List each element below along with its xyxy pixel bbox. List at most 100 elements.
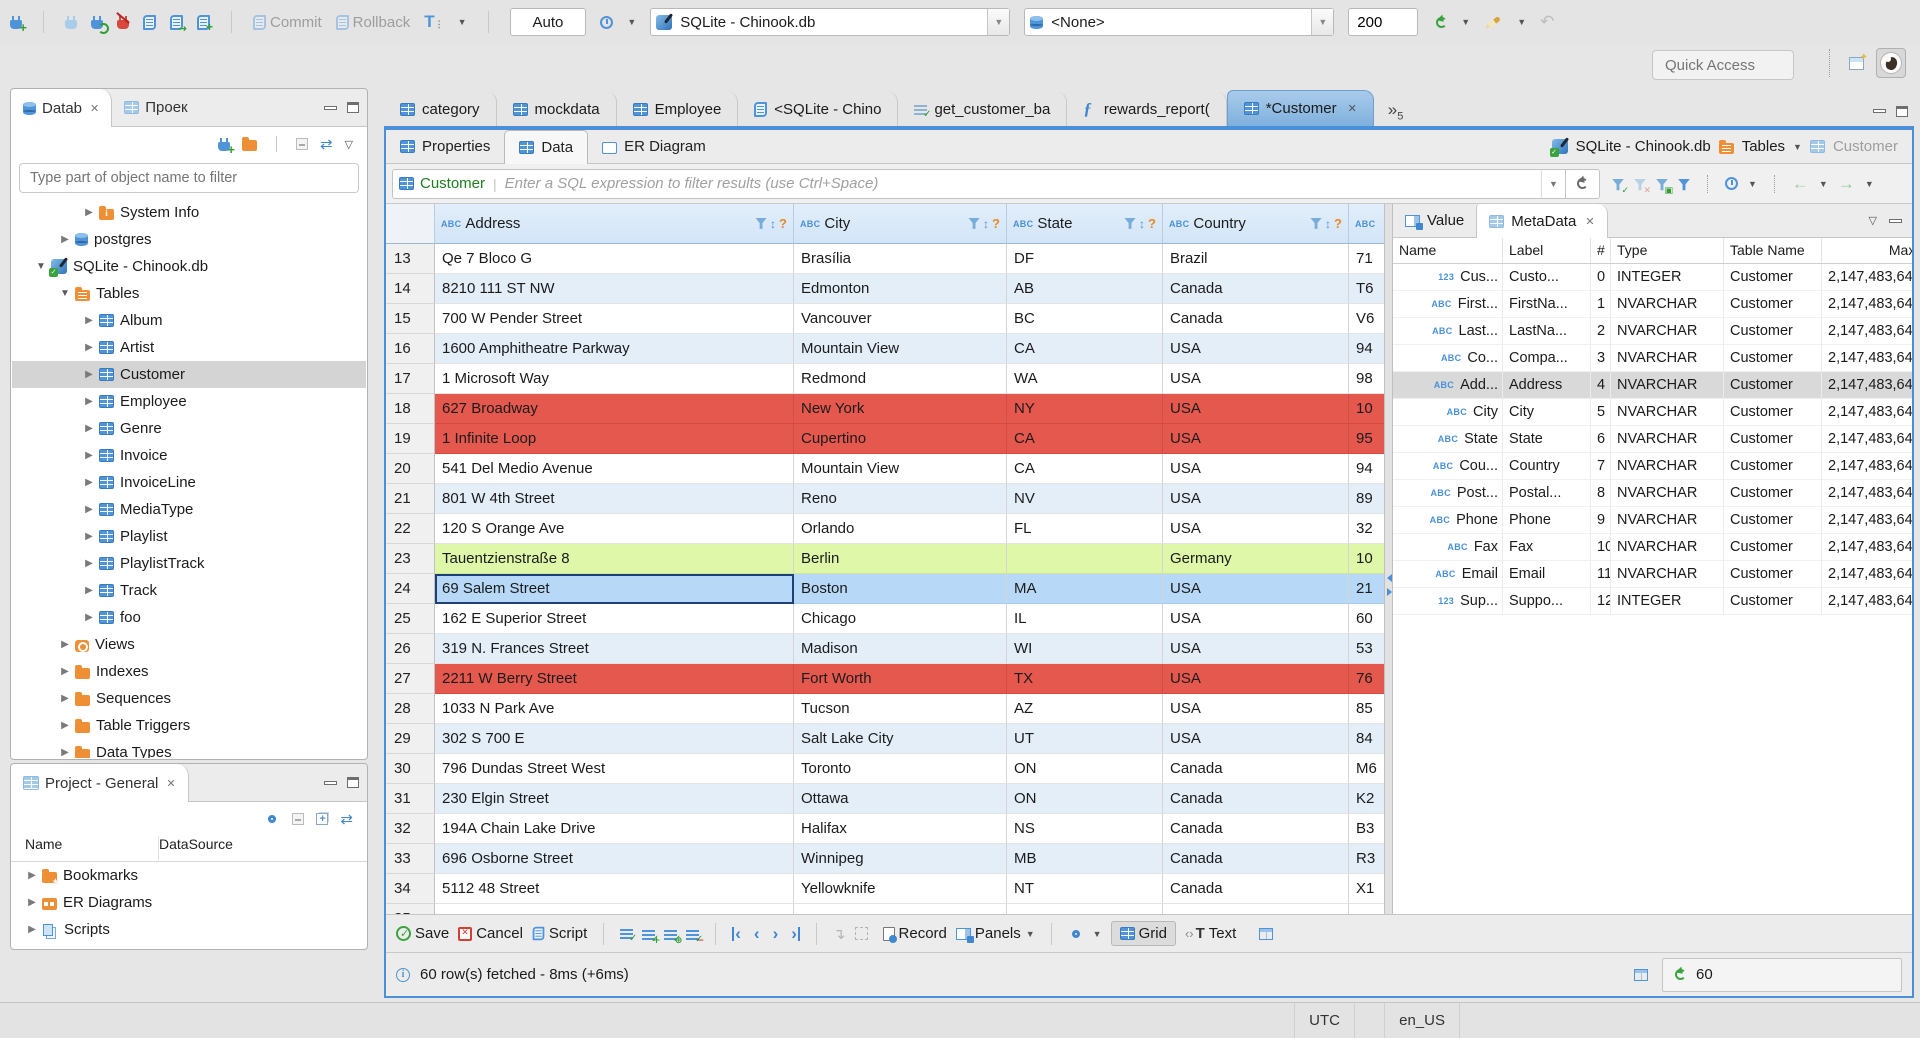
row-number-cell[interactable]: 30 (386, 754, 435, 784)
cell-postal[interactable]: X1 (1349, 874, 1384, 904)
chevron-right-icon[interactable]: ▶ (82, 585, 96, 596)
cell-country[interactable]: USA (1163, 514, 1349, 544)
meta-column-header-max-l[interactable]: Max L (1822, 238, 1912, 263)
breadcrumb-tables[interactable]: Tables (1742, 138, 1785, 155)
close-icon[interactable]: ✕ (1348, 102, 1357, 115)
cell-city[interactable]: Boston (794, 574, 1007, 604)
metadata-row[interactable]: ABC Post... Postal... 8 NVARCHAR Customer 2,14… (1393, 480, 1912, 507)
cell-country[interactable]: Canada (1163, 304, 1349, 334)
row-number-cell[interactable]: 23 (386, 544, 435, 574)
cell-postal[interactable]: 98 (1349, 364, 1384, 394)
cell-address[interactable]: 319 N. Frances Street (435, 634, 794, 664)
filter-history-dropdown-icon[interactable]: ▼ (1541, 169, 1565, 198)
chevron-right-icon[interactable]: ▶ (58, 720, 72, 731)
project-item-scripts[interactable]: ▶ Scripts (11, 916, 367, 943)
delete-row-icon[interactable]: − (686, 925, 704, 946)
cell-state[interactable]: AB (1007, 274, 1163, 304)
sort-icon[interactable]: ↕ (770, 217, 776, 231)
cell-city[interactable] (794, 904, 1007, 914)
cell-country[interactable]: USA (1163, 394, 1349, 424)
cell-postal[interactable]: K2 (1349, 784, 1384, 814)
column-header-address[interactable]: ABC Address ↕? (435, 204, 794, 244)
metadata-row[interactable]: ABC Phone Phone 9 NVARCHAR Customer 2,147,483,… (1393, 507, 1912, 534)
cell-country[interactable]: Canada (1163, 754, 1349, 784)
meta-column-header-name[interactable]: Name (1393, 238, 1503, 263)
cell-postal[interactable]: 94 (1349, 454, 1384, 484)
add-row-icon[interactable]: + (642, 925, 660, 946)
chevron-right-icon[interactable]: ▶ (82, 450, 96, 461)
gear-icon[interactable] (268, 815, 277, 823)
row-number-cell[interactable]: 14 (386, 274, 435, 304)
cell-address[interactable]: 1 Microsoft Way (435, 364, 794, 394)
commit-mode-button[interactable]: Auto (509, 8, 587, 36)
row-number-cell[interactable]: 26 (386, 634, 435, 664)
tab-data[interactable]: Data (504, 130, 589, 164)
cell-city[interactable]: Berlin (794, 544, 1007, 574)
new-folder-icon[interactable] (241, 137, 257, 151)
editor-tab-category[interactable]: category (384, 92, 497, 126)
auto-refresh-icon[interactable] (1725, 177, 1738, 190)
filter-placeholder[interactable]: Enter a SQL expression to filter results… (505, 175, 1541, 192)
tree-item-postgres[interactable]: ▶ postgres (12, 226, 366, 253)
cell-address[interactable]: Tauentzienstraße 8 (435, 544, 794, 574)
tree-item-system-info[interactable]: ▶ System Info (12, 199, 366, 226)
tree-item-genre[interactable]: ▶ Genre (12, 415, 366, 442)
cell-city[interactable]: Reno (794, 484, 1007, 514)
cell-state[interactable]: DF (1007, 244, 1163, 274)
text-view-button[interactable]: ‹› T Text (1185, 925, 1236, 942)
sort-icon[interactable]: ↕ (983, 217, 989, 231)
metadata-row[interactable]: ABC Last... LastNa... 2 NVARCHAR Customer 2,14… (1393, 318, 1912, 345)
connection-combo-dropdown[interactable]: ▼ (987, 9, 1010, 35)
tree-item-employee[interactable]: ▶ Employee (12, 388, 366, 415)
close-icon[interactable]: ✕ (90, 102, 99, 115)
row-number-cell[interactable]: 16 (386, 334, 435, 364)
chevron-right-icon[interactable]: ▶ (58, 747, 72, 758)
tree-item-sequences[interactable]: ▶ Sequences (12, 685, 366, 712)
object-filter-input[interactable] (19, 163, 359, 193)
cell-postal[interactable]: 71 (1349, 244, 1384, 274)
tree-item-invoice[interactable]: ▶ Invoice (12, 442, 366, 469)
cell-city[interactable]: Ottawa (794, 784, 1007, 814)
cell-country[interactable]: USA (1163, 334, 1349, 364)
cell-country[interactable]: USA (1163, 424, 1349, 454)
tab-properties[interactable]: Properties (386, 130, 504, 163)
tree-item-indexes[interactable]: ▶ Indexes (12, 658, 366, 685)
cell-country[interactable]: Germany (1163, 544, 1349, 574)
cell-state[interactable]: NT (1007, 874, 1163, 904)
cell-postal[interactable]: 21 (1349, 574, 1384, 604)
metadata-row[interactable]: ABC City City 5 NVARCHAR Customer 2,147,483,64… (1393, 399, 1912, 426)
cell-state[interactable]: CA (1007, 454, 1163, 484)
cell-city[interactable]: Mountain View (794, 454, 1007, 484)
cell-state[interactable]: ON (1007, 784, 1163, 814)
cell-postal[interactable]: 84 (1349, 724, 1384, 754)
tree-item-invoiceline[interactable]: ▶ InvoiceLine (12, 469, 366, 496)
chevron-right-icon[interactable]: ▶ (82, 504, 96, 515)
auto-refresh-dropdown-icon[interactable]: ▼ (1748, 179, 1757, 189)
cell-country[interactable]: USA (1163, 634, 1349, 664)
apply-filter-icon[interactable]: ✓ (1612, 176, 1629, 196)
metadata-row[interactable]: ABC State State 6 NVARCHAR Customer 2,147,483,… (1393, 426, 1912, 453)
cell-state[interactable]: NV (1007, 484, 1163, 514)
cell-postal[interactable]: 89 (1349, 484, 1384, 514)
chevron-right-icon[interactable]: ▶ (82, 342, 96, 353)
cell-city[interactable]: Cupertino (794, 424, 1007, 454)
edit-row-icon[interactable] (620, 929, 637, 944)
tab-value[interactable]: Value (1393, 204, 1476, 237)
meta-column-header-label[interactable]: Label (1503, 238, 1591, 263)
cell-address[interactable]: 1 Infinite Loop (435, 424, 794, 454)
schema-combo-dropdown[interactable]: ▼ (1311, 9, 1334, 35)
cell-city[interactable]: Yellowknife (794, 874, 1007, 904)
cell-postal[interactable]: M6 (1349, 754, 1384, 784)
cell-country[interactable]: Canada (1163, 844, 1349, 874)
script-button[interactable]: Script (532, 925, 587, 942)
cell-address[interactable]: 230 Elgin Street (435, 784, 794, 814)
minimize-icon[interactable] (1873, 109, 1886, 114)
fetch-next-dropdown-icon[interactable]: ▼ (1865, 179, 1874, 189)
row-number-cell[interactable]: 28 (386, 694, 435, 724)
record-button[interactable]: Record (882, 925, 947, 943)
column-header-postalcode[interactable]: ABC (1349, 204, 1384, 244)
breadcrumb-database[interactable]: SQLite - Chinook.db (1576, 138, 1711, 155)
cell-state[interactable]: UT (1007, 724, 1163, 754)
metadata-row[interactable]: 123 Sup... Suppo...12INTEGERCustomer2,147,… (1393, 588, 1912, 615)
new-connection-icon[interactable] (10, 15, 27, 35)
